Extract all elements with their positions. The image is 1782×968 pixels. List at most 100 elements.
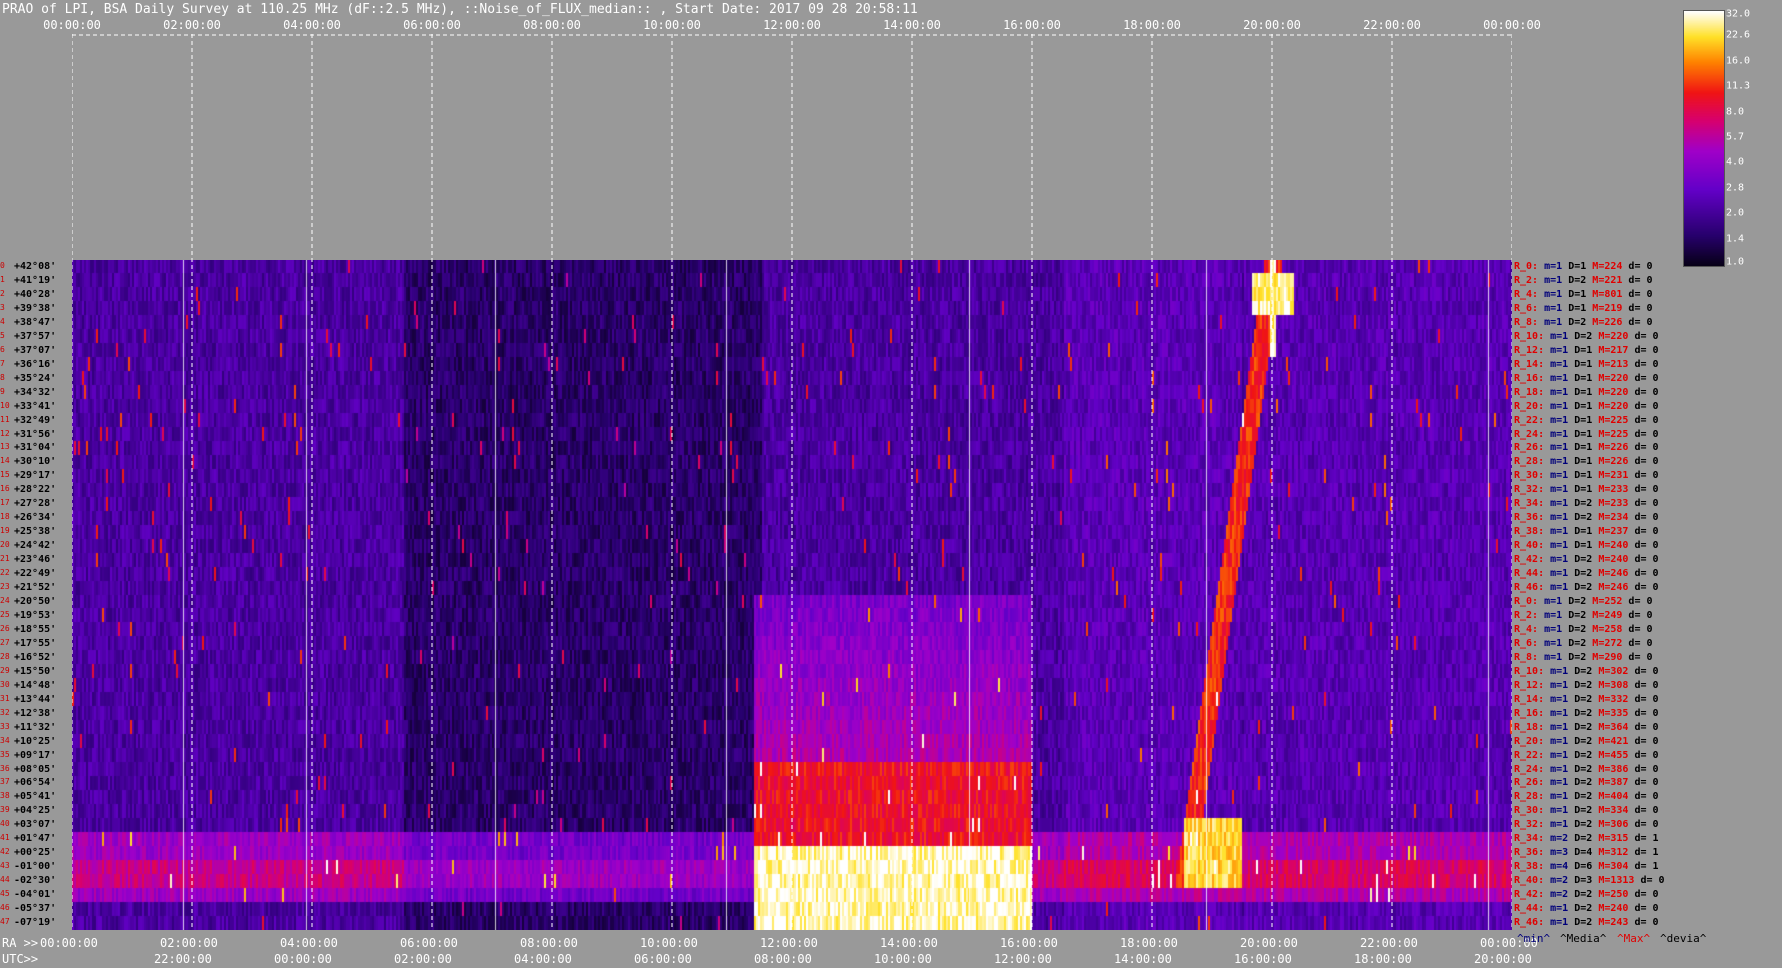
row-stat: R_42: m=1 D=2 M=240 d= 0 — [1514, 555, 1659, 565]
stat-M: M=387 — [1598, 777, 1635, 789]
row-stat: R_24: m=1 D=1 M=225 d= 0 — [1514, 428, 1659, 440]
stat-d: D=1 — [1574, 386, 1599, 398]
stat-M: M=801 — [1592, 288, 1629, 300]
stat-d: D=2 — [1574, 805, 1599, 817]
stat-m: m=1 — [1544, 261, 1569, 272]
stat-d: D=1 — [1574, 526, 1599, 538]
declination-label: +06°54' — [14, 777, 57, 789]
row-stat: R_46: m=1 D=2 M=246 d= 0 — [1514, 583, 1659, 593]
legend-item: ^Media^ — [1560, 932, 1607, 945]
stat-M: M=249 — [1592, 609, 1629, 621]
declination-label: -04°01' — [14, 889, 57, 901]
stat-m: m=1 — [1550, 540, 1575, 552]
stat-z: d= 0 — [1634, 721, 1659, 733]
stat-M: M=304 — [1598, 861, 1635, 873]
beam-number: 19 — [0, 526, 10, 536]
stat-m: m=1 — [1550, 707, 1575, 719]
utc-tick-label: 06:00:00 — [634, 952, 692, 966]
stat-m: m=2 — [1550, 875, 1575, 887]
stat-M: M=220 — [1598, 330, 1635, 342]
stat-d: D=2 — [1574, 679, 1599, 691]
stat-M: M=225 — [1598, 428, 1635, 440]
stat-d: D=3 — [1574, 875, 1599, 887]
stat-z: d= 0 — [1628, 274, 1653, 286]
stat-M: M=421 — [1598, 735, 1635, 747]
stat-M: M=1313 — [1598, 875, 1641, 887]
stat-r: R_20: — [1514, 400, 1551, 412]
declination-label: +17°55' — [14, 637, 57, 649]
stat-r: R_2: — [1514, 274, 1545, 286]
stat-z: d= 0 — [1634, 568, 1659, 580]
colorbar-tick-label: 16.0 — [1726, 55, 1751, 67]
beam-number: 30 — [0, 679, 10, 689]
chart-title: PRAO of LPI, BSA Daily Survey at 110.25 … — [2, 2, 918, 17]
stat-r: R_46: — [1514, 582, 1551, 594]
row-stat: R_24: m=1 D=2 M=386 d= 0 — [1514, 764, 1659, 775]
stat-m: m=1 — [1550, 805, 1575, 817]
stat-r: R_14: — [1514, 358, 1551, 370]
declination-label: +42°08' — [14, 261, 57, 272]
stat-m: m=1 — [1550, 456, 1575, 468]
beam-number: 42 — [0, 847, 10, 857]
stat-z: d= 0 — [1634, 554, 1659, 566]
stat-M: M=220 — [1598, 372, 1635, 384]
stat-z: d= 0 — [1628, 261, 1653, 272]
declination-label: +39°38' — [14, 302, 57, 314]
stat-d: D=2 — [1574, 554, 1599, 566]
stat-m: m=1 — [1550, 386, 1575, 398]
declination-label: +00°25' — [14, 847, 57, 859]
beam-number: 24 — [0, 596, 10, 605]
stat-r: R_36: — [1514, 512, 1551, 524]
ra-tick-label: 10:00:00 — [640, 936, 698, 950]
stat-d: D=2 — [1574, 777, 1599, 789]
row-stat: R_14: m=1 D=2 M=332 d= 0 — [1514, 694, 1659, 705]
stat-r: R_12: — [1514, 679, 1551, 691]
beam-number: 46 — [0, 903, 10, 913]
stat-M: M=226 — [1598, 442, 1635, 454]
row-stat: R_30: m=1 D=1 M=231 d= 0 — [1514, 471, 1659, 481]
stat-z: d= 0 — [1628, 302, 1653, 314]
declination-label: +23°46' — [14, 554, 57, 566]
beam-number: 39 — [0, 805, 10, 815]
legend-item: ^min^ — [1517, 932, 1551, 945]
stat-d: D=1 — [1568, 302, 1593, 314]
stat-z: d= 0 — [1628, 316, 1653, 328]
declination-label: +08°05' — [14, 763, 57, 775]
stat-r: R_40: — [1514, 875, 1551, 887]
utc-tick-label: 20:00:00 — [1474, 952, 1532, 966]
stat-m: m=1 — [1550, 470, 1575, 482]
row-stat: R_38: m=4 D=6 M=304 d= 1 — [1514, 862, 1659, 872]
stat-r: R_28: — [1514, 791, 1551, 803]
stat-M: M=246 — [1598, 568, 1635, 580]
stat-d: D=2 — [1574, 568, 1599, 580]
row-stat: R_20: m=1 D=1 M=220 d= 0 — [1514, 400, 1659, 412]
stat-d: D=2 — [1574, 833, 1599, 845]
beam-number: 41 — [0, 833, 10, 843]
stat-m: m=1 — [1550, 721, 1575, 733]
row-stat: R_36: m=3 D=4 M=312 d= 1 — [1514, 848, 1659, 858]
ra-tick-label: 02:00:00 — [160, 936, 218, 950]
stat-d: D=1 — [1574, 442, 1599, 454]
declination-label: +36°16' — [14, 358, 57, 370]
stat-z: d= 0 — [1634, 819, 1659, 831]
declination-label: +21°52' — [14, 582, 57, 594]
beam-number: 26 — [0, 623, 10, 633]
beam-number: 38 — [0, 791, 10, 801]
ra-tick-label: 00:00:00 — [40, 936, 98, 950]
stat-z: d= 0 — [1634, 442, 1659, 454]
stat-m: m=1 — [1550, 358, 1575, 370]
row-stat: R_4: m=1 D=2 M=258 d= 0 — [1514, 624, 1653, 635]
stat-M: M=246 — [1598, 582, 1635, 594]
beam-number: 13 — [0, 442, 10, 452]
beam-number: 15 — [0, 470, 10, 480]
stat-M: M=252 — [1592, 596, 1629, 607]
stat-r: R_0: — [1514, 596, 1545, 607]
stat-d: D=2 — [1574, 791, 1599, 803]
beam-number: 12 — [0, 428, 10, 438]
declination-label: +10°25' — [14, 735, 57, 747]
stat-d: D=2 — [1574, 721, 1599, 733]
stat-M: M=220 — [1598, 386, 1635, 398]
top-tick-label: 04:00:00 — [283, 18, 341, 32]
declination-label: +04°25' — [14, 805, 57, 817]
declination-label: +37°07' — [14, 344, 57, 356]
